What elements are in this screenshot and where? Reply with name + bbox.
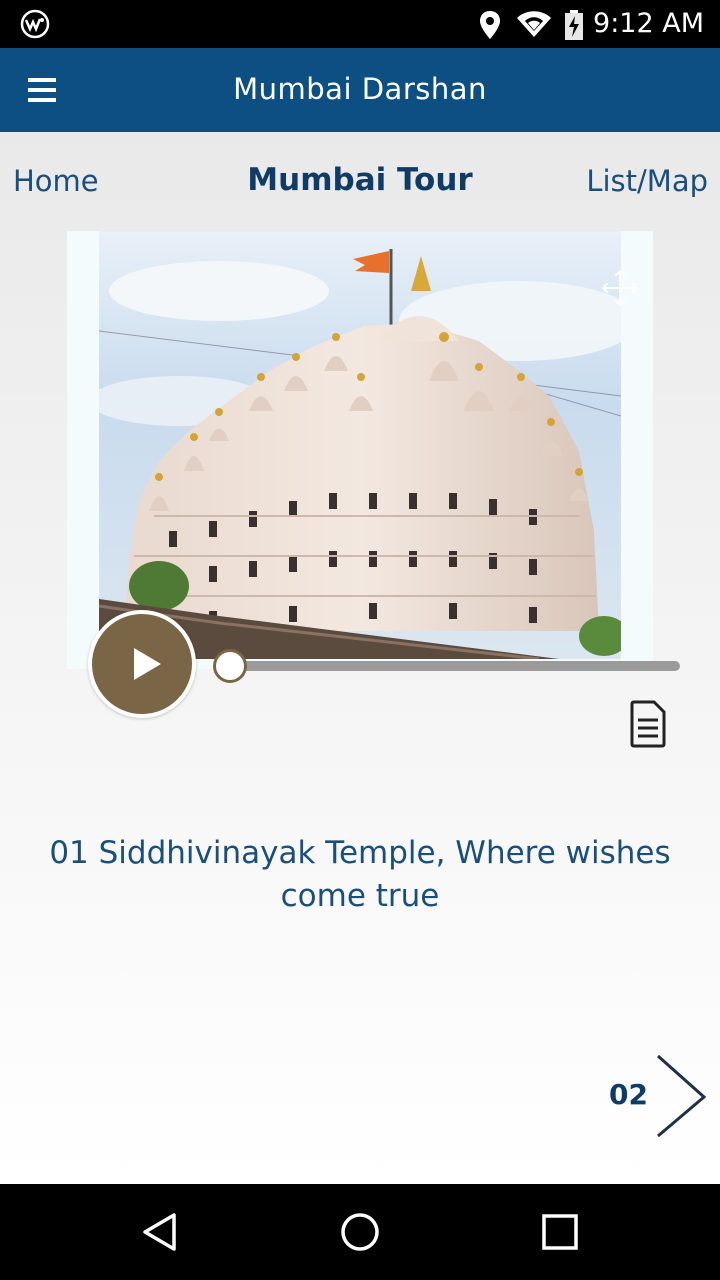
- status-bar: 9:12 AM: [0, 0, 720, 48]
- home-circle-icon[interactable]: [338, 1210, 382, 1254]
- battery-charging-icon: [565, 10, 583, 40]
- photo-frame: [67, 231, 653, 669]
- app-logo-icon: [20, 9, 50, 39]
- document-icon[interactable]: [628, 700, 668, 748]
- recents-square-icon[interactable]: [538, 1210, 582, 1254]
- temple-photo[interactable]: [99, 231, 621, 659]
- main-content: Home Mumbai Tour List/Map 01 Siddhivinay…: [0, 132, 720, 1184]
- play-icon: [134, 648, 161, 680]
- wifi-icon: [517, 11, 551, 37]
- app-bar: Mumbai Darshan: [0, 48, 720, 132]
- clock: 9:12 AM: [593, 8, 704, 39]
- play-button[interactable]: [88, 610, 196, 718]
- audio-progress-knob[interactable]: [213, 649, 247, 683]
- system-nav-bar: [0, 1184, 720, 1280]
- back-triangle-icon[interactable]: [138, 1210, 182, 1254]
- expand-arrows-icon[interactable]: [599, 267, 641, 309]
- chevron-right-icon[interactable]: [652, 1052, 712, 1142]
- app-title: Mumbai Darshan: [233, 72, 487, 106]
- stop-caption: 01 Siddhivinayak Temple, Where wishes co…: [49, 835, 671, 914]
- list-map-link[interactable]: List/Map: [586, 164, 708, 198]
- next-stop-number[interactable]: 02: [609, 1078, 648, 1111]
- audio-progress-track[interactable]: [230, 661, 680, 671]
- location-icon: [480, 11, 500, 39]
